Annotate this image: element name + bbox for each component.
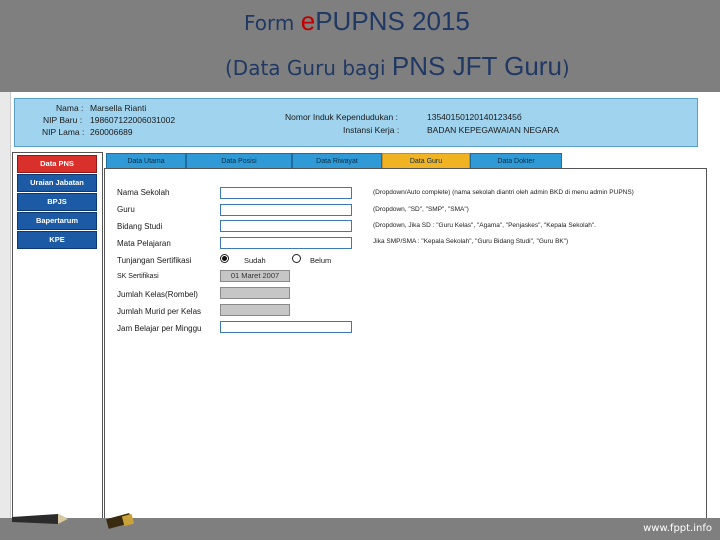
guru-label: Guru	[117, 205, 135, 214]
nama-sekolah-note: (Dropdown/Auto complete) (nama sekolah d…	[373, 189, 634, 196]
nip-lama-label: NIP Lama :	[42, 127, 85, 137]
tab-data-posisi[interactable]: Data Posisi	[186, 153, 292, 169]
mata-pelajaran-label: Mata Pelajaran	[117, 239, 171, 248]
nav-kpe[interactable]: KPE	[17, 231, 97, 249]
instansi-label: Instansi Kerja :	[343, 125, 400, 135]
mata-pelajaran-note: Jika SMP/SMA : "Kepala Sekolah", "Guru B…	[373, 238, 569, 245]
instansi-value: BADAN KEPEGAWAIAN NEGARA	[427, 125, 560, 135]
bidang-studi-dropdown[interactable]	[220, 220, 352, 232]
jumlah-kelas-field[interactable]	[220, 287, 290, 299]
jam-belajar-label: Jam Belajar per Minggu	[117, 324, 202, 333]
nav-bpjs[interactable]: BPJS	[17, 193, 97, 211]
jam-belajar-input[interactable]	[220, 321, 352, 333]
jumlah-murid-label: Jumlah Murid per Kelas	[117, 307, 202, 316]
sk-sertifikasi-label: SK Sertifikasi	[117, 273, 159, 280]
tab-data-utama[interactable]: Data Utama	[106, 153, 186, 169]
pen-icon	[106, 513, 135, 529]
tab-data-riwayat[interactable]: Data Riwayat	[292, 153, 382, 169]
jumlah-murid-field[interactable]	[220, 304, 290, 316]
belum-label: Belum	[310, 256, 332, 265]
mata-pelajaran-input[interactable]	[220, 237, 352, 249]
employee-header: Nama : Marsella Rianti NIP Baru : 198607…	[14, 98, 698, 147]
nip-baru-label: NIP Baru :	[43, 115, 83, 125]
nav-uraian-jabatan[interactable]: Uraian Jabatan	[17, 174, 97, 192]
sudah-radio[interactable]	[220, 254, 229, 263]
tab-content-frame	[104, 168, 707, 520]
sudah-label: Sudah	[244, 256, 266, 265]
nama-sekolah-input[interactable]	[220, 187, 352, 199]
pencil-icon	[12, 514, 68, 524]
slide-title: Form ePUPNS 2015	[244, 6, 470, 36]
nip-lama-value: 260006689	[90, 127, 133, 137]
jumlah-kelas-label: Jumlah Kelas(Rombel)	[117, 290, 198, 299]
bidang-studi-note: (Dropdown, Jika SD : "Guru Kelas", "Agam…	[373, 222, 596, 229]
sk-sertifikasi-field[interactable]: 01 Maret 2007	[220, 270, 290, 282]
app-left-edge	[0, 92, 10, 518]
nama-sekolah-label: Nama Sekolah	[117, 188, 170, 197]
nama-label: Nama :	[56, 103, 84, 113]
belum-radio[interactable]	[292, 254, 301, 263]
nama-value: Marsella Rianti	[90, 103, 147, 113]
slide-subtitle: (Data Guru bagi PNS JFT Guru)	[225, 51, 570, 81]
nip-baru-value: 198607122006031002	[90, 115, 176, 125]
nik-label: Nomor Induk Kependudukan :	[285, 112, 398, 122]
guru-note: (Dropdown, "SD", "SMP", "SMA")	[373, 206, 469, 213]
tab-data-guru[interactable]: Data Guru	[382, 153, 470, 169]
guru-dropdown[interactable]	[220, 204, 352, 216]
nik-value: 1354015012014012345б	[427, 112, 522, 122]
nav-data-pns[interactable]: Data PNS	[17, 155, 97, 173]
tunjangan-label: Tunjangan Sertifikasi	[117, 256, 192, 265]
tab-data-dokter[interactable]: Data Dokter	[470, 153, 562, 169]
footer-site-label: www.fppt.info	[643, 523, 712, 534]
bidang-studi-label: Bidang Studi	[117, 222, 163, 231]
nav-bapertarum[interactable]: Bapertarum	[17, 212, 97, 230]
